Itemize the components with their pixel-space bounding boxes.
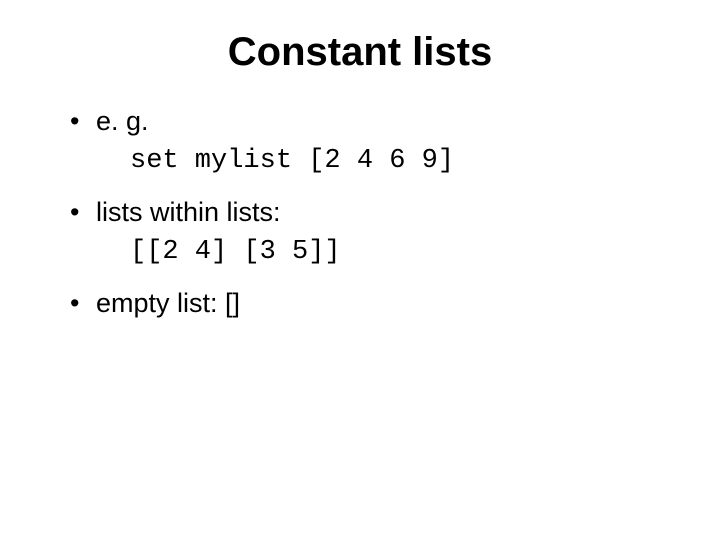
list-item: lists within lists: [[2 4] [3 5]] xyxy=(70,194,680,271)
bullet-list: e. g. set mylist [2 4 6 9] lists within … xyxy=(70,103,680,321)
bullet-text: lists within lists: xyxy=(96,197,281,227)
slide: Constant lists e. g. set mylist [2 4 6 9… xyxy=(0,0,720,540)
list-item: e. g. set mylist [2 4 6 9] xyxy=(70,103,680,180)
bullet-text: empty list: [] xyxy=(96,288,240,318)
code-line: set mylist [2 4 6 9] xyxy=(130,143,680,179)
bullet-text: e. g. xyxy=(96,106,149,136)
slide-title: Constant lists xyxy=(40,30,680,75)
code-line: [[2 4] [3 5]] xyxy=(130,234,680,270)
list-item: empty list: [] xyxy=(70,285,680,321)
